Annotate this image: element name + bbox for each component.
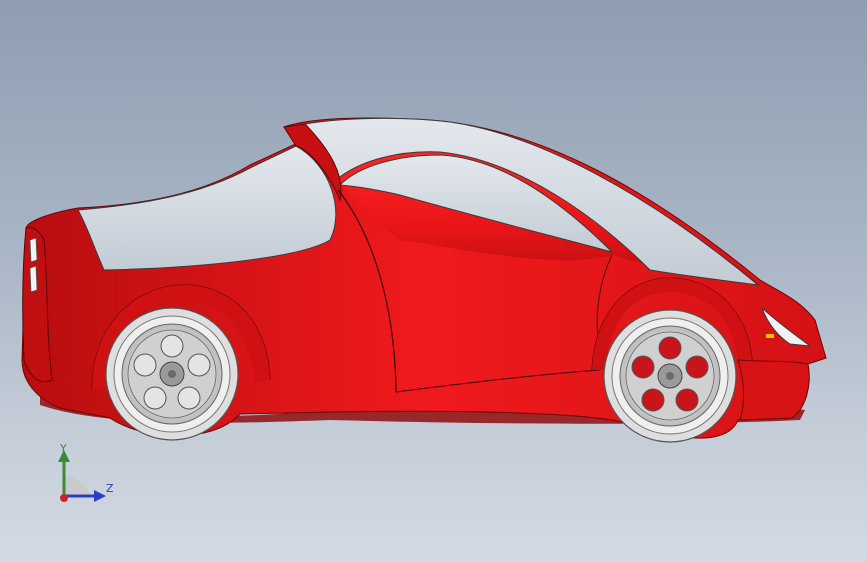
car-3d-model[interactable] xyxy=(0,0,867,562)
front-wheel xyxy=(603,309,737,443)
y-axis-label: Y xyxy=(59,442,67,455)
z-axis-arrow-icon xyxy=(94,490,106,502)
axis-triad[interactable]: Y Z xyxy=(50,440,120,510)
z-axis-label: Z xyxy=(106,482,114,495)
rear-window xyxy=(77,145,337,271)
xy-plane-icon xyxy=(64,476,90,496)
rear-wheel xyxy=(105,307,239,441)
x-axis-point-icon xyxy=(60,494,68,502)
front-bumper xyxy=(737,359,810,421)
indicator-light xyxy=(766,334,774,338)
graphics-viewport[interactable]: Y Z xyxy=(0,0,867,562)
